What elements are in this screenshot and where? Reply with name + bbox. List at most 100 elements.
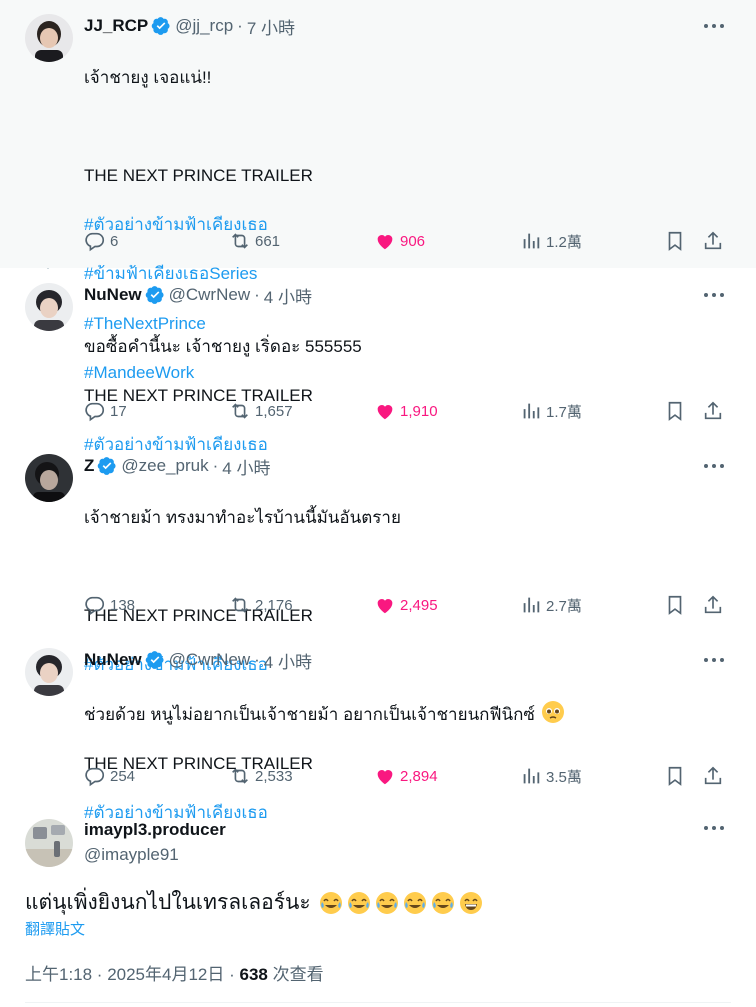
heart-filled-icon — [377, 405, 393, 420]
bookmark-icon — [668, 595, 682, 615]
bookmark-button[interactable] — [664, 230, 690, 252]
tweet-line-text: ช่วยด้วย หนูไม่อยากเป็นเจ้าชายม้า อยากเป… — [84, 704, 535, 724]
analytics-icon — [523, 597, 540, 613]
tweet-line — [84, 555, 401, 580]
more-options-icon[interactable] — [704, 293, 724, 299]
like-button[interactable]: 906 — [374, 230, 425, 252]
tweet-line: ช่วยด้วย หนูไม่อยากเป็นเจ้าชายม้า อยากเป… — [84, 700, 565, 728]
views-button[interactable]: 1.7萬 — [520, 400, 582, 422]
tweet-header: Z @zee_pruk · 4 小時 — [84, 454, 270, 478]
more-options-icon[interactable] — [704, 658, 724, 664]
retweet-button[interactable]: 661 — [229, 230, 280, 252]
post-text: แต่นุเพิ่งยิงนกไปในเทรลเลอร์นะ — [25, 886, 483, 919]
avatar[interactable] — [25, 14, 73, 62]
tears-of-joy-emoji-icon — [375, 891, 398, 914]
tweet[interactable]: Z @zee_pruk · 4 小時 เจ้าชายม้า ทรงมาทำอะไ… — [0, 440, 756, 674]
display-name[interactable]: Z — [84, 456, 94, 476]
retweet-count: 1,657 — [255, 402, 293, 420]
bookmark-icon — [668, 766, 682, 786]
display-name[interactable]: NuNew — [84, 285, 142, 305]
retweet-icon — [232, 233, 248, 249]
more-options-icon[interactable] — [704, 24, 724, 30]
reply-button[interactable]: 254 — [84, 765, 135, 787]
translate-post-link[interactable]: 翻譯貼文 — [25, 918, 85, 939]
heart-filled-icon — [377, 235, 393, 250]
post-views-label: 次查看 — [272, 965, 324, 984]
tweet-actions: 254 2,533 2,894 3.5萬 — [84, 765, 726, 789]
display-name[interactable]: imaypl3.producer — [84, 820, 226, 840]
like-count: 906 — [400, 232, 426, 250]
avatar[interactable] — [25, 454, 73, 502]
avatar[interactable] — [25, 283, 73, 331]
more-options-icon[interactable] — [704, 464, 724, 470]
timestamp[interactable]: 4 小時 — [264, 283, 312, 308]
user-handle[interactable]: @CwrNew — [169, 285, 250, 305]
views-button[interactable]: 2.7萬 — [520, 594, 582, 616]
heart-filled-icon — [377, 599, 393, 614]
user-handle[interactable]: @jj_rcp — [175, 16, 233, 36]
retweet-icon — [232, 768, 248, 784]
tears-of-joy-emoji-icon — [319, 891, 342, 914]
bookmark-button[interactable] — [664, 400, 690, 422]
separator-dot: · — [212, 456, 219, 475]
like-button[interactable]: 2,894 — [374, 765, 438, 787]
avatar[interactable] — [25, 648, 73, 696]
tweet[interactable]: NuNew @CwrNew · 4 小時 ขอซื้อคำนี้นะ เจ้าช… — [0, 269, 756, 454]
tweet[interactable]: JJ_RCP @jj_rcp · 7 小時 เจ้าชายงู เจอแน่!!… — [0, 0, 756, 382]
share-button[interactable] — [702, 594, 728, 616]
tears-of-joy-emoji-icon — [403, 891, 426, 914]
reply-icon — [85, 402, 105, 422]
timestamp[interactable]: 7 小時 — [247, 14, 295, 39]
post-timestamp[interactable]: 上午1:18 · 2025年4月12日 — [25, 965, 224, 984]
view-count: 3.5萬 — [546, 768, 582, 786]
tweet[interactable]: NuNew @CwrNew · 4 小時 ช่วยด้วย หนูไม่อยาก… — [0, 634, 756, 822]
post-views-count: 638 — [239, 965, 268, 984]
share-icon — [704, 595, 722, 614]
view-count: 1.2萬 — [546, 233, 582, 251]
share-button[interactable] — [702, 230, 728, 252]
views-button[interactable]: 1.2萬 — [520, 230, 582, 252]
tweet-line: เจ้าชายงู เจอแน่!! — [84, 67, 212, 87]
separator-dot: · — [229, 965, 240, 984]
like-count: 2,495 — [400, 596, 438, 614]
verified-badge-icon — [145, 651, 164, 669]
views-button[interactable]: 3.5萬 — [520, 765, 582, 787]
user-handle[interactable]: @imayple91 — [84, 845, 179, 865]
reply-count: 254 — [110, 767, 136, 785]
verified-badge-icon — [98, 457, 116, 475]
display-name[interactable]: NuNew — [84, 650, 142, 670]
user-handle[interactable]: @CwrNew — [169, 650, 250, 670]
post-meta: 上午1:18 · 2025年4月12日 · 638 次查看 — [25, 960, 324, 985]
share-button[interactable] — [702, 400, 728, 422]
tweet-header: NuNew @CwrNew · 4 小時 — [84, 283, 312, 307]
tweet-line — [84, 115, 313, 140]
display-name[interactable]: JJ_RCP — [84, 16, 148, 36]
tweet-actions: 6 661 906 1.2萬 — [84, 230, 726, 254]
bookmark-icon — [668, 401, 682, 421]
retweet-button[interactable]: 1,657 — [229, 400, 293, 422]
timestamp[interactable]: 4 小時 — [222, 454, 270, 479]
reply-button[interactable]: 6 — [84, 230, 118, 252]
reply-icon — [85, 767, 105, 787]
user-handle[interactable]: @zee_pruk — [121, 456, 208, 476]
timestamp[interactable]: 4 小時 — [264, 648, 312, 673]
heart-filled-icon — [377, 770, 393, 785]
bookmark-button[interactable] — [664, 594, 690, 616]
more-options-icon[interactable] — [704, 826, 724, 832]
like-button[interactable]: 2,495 — [374, 594, 438, 616]
reply-button[interactable]: 17 — [84, 400, 127, 422]
share-button[interactable] — [702, 765, 728, 787]
retweet-button[interactable]: 2,176 — [229, 594, 293, 616]
reply-button[interactable]: 138 — [84, 594, 135, 616]
share-icon — [704, 231, 722, 250]
bookmark-button[interactable] — [664, 765, 690, 787]
retweet-count: 661 — [255, 232, 281, 250]
reply-icon — [85, 596, 105, 616]
pleading-face-icon — [541, 700, 564, 723]
view-count: 2.7萬 — [546, 597, 582, 615]
verified-badge-icon — [145, 286, 164, 304]
retweet-button[interactable]: 2,533 — [229, 765, 293, 787]
like-button[interactable]: 1,910 — [374, 400, 438, 422]
avatar[interactable] — [25, 819, 73, 867]
separator-dot: · — [254, 285, 260, 304]
